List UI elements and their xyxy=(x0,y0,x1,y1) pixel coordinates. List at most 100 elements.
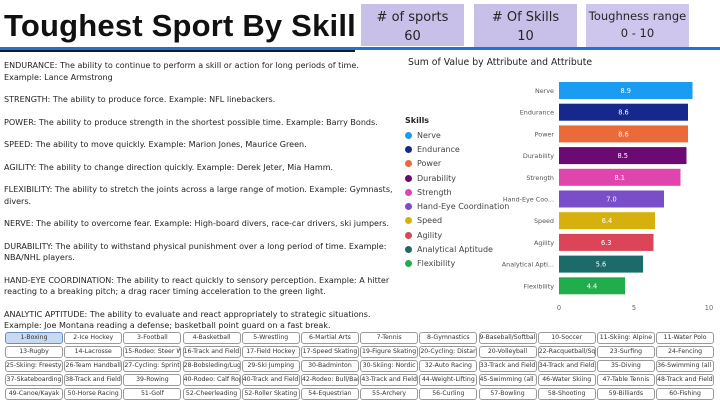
kpi-value: 10 xyxy=(517,29,534,44)
sport-button[interactable]: 19-Figure Skating xyxy=(360,346,419,358)
sport-button[interactable]: 59-Billiards xyxy=(596,388,655,400)
legend-marker xyxy=(405,131,412,139)
sport-button[interactable]: 52-Roller Skating xyxy=(241,388,300,400)
sport-button[interactable]: 51-Golf xyxy=(123,388,182,400)
sport-button[interactable]: 28-Bobsleding/Lug xyxy=(182,360,241,372)
sport-button[interactable]: 24-Fencing xyxy=(656,346,715,358)
sport-button[interactable]: 40-Track and Field: xyxy=(241,374,300,386)
sport-button[interactable]: 52-Cheerleading xyxy=(182,388,241,400)
bar-chart: Nerve 8.9 Endurance 8.6 Power 8.6 Durability 8.… xyxy=(502,82,713,312)
legend-marker xyxy=(405,203,412,211)
definition-power: POWER: The ability to produce strength i… xyxy=(4,117,378,127)
sport-button[interactable]: 35-Diving xyxy=(596,360,655,372)
legend-marker xyxy=(405,260,412,268)
sport-button[interactable]: 11-Skiing: Alpine xyxy=(596,332,655,344)
sport-button[interactable]: 50-Horse Racing xyxy=(64,388,123,400)
sport-button[interactable]: 48-Track and Field: xyxy=(656,374,715,386)
sport-button[interactable]: 17-Speed Skating xyxy=(300,346,359,358)
legend-label: Nerve xyxy=(417,130,441,140)
sport-button[interactable]: 38-Track and Field: xyxy=(64,374,123,386)
sport-button[interactable]: 30-Badminton xyxy=(300,360,359,372)
category-label: Durability xyxy=(523,152,554,160)
legend-label: Agility xyxy=(417,230,443,240)
sport-button[interactable]: 42-Rodeo: Bull/Bare xyxy=(300,374,359,386)
sport-button[interactable]: 4-Basketball xyxy=(182,332,241,344)
sport-button[interactable]: 9-Baseball/Softball xyxy=(478,332,537,344)
sport-button[interactable]: 2-Ice Hockey xyxy=(64,332,123,344)
definition-flexibility: FLEXIBILITY: The ability to stretch the … xyxy=(4,185,393,206)
sport-button[interactable]: 3-Football xyxy=(123,332,182,344)
category-label: Nerve xyxy=(535,87,554,95)
sport-button[interactable]: 25-Skiing: Freestyle xyxy=(5,360,63,372)
sport-button[interactable]: 16-Track and Field: xyxy=(182,346,241,358)
legend-label: Durability xyxy=(417,173,457,183)
sport-button[interactable]: 47-Table Tennis xyxy=(596,374,655,386)
sport-button[interactable]: 22-Racquetball/Squ xyxy=(537,346,596,358)
sport-button[interactable]: 11-Water Polo xyxy=(656,332,715,344)
sport-button[interactable]: 58-Shooting xyxy=(537,388,596,400)
legend-marker xyxy=(405,217,412,225)
x-tick-label: 10 xyxy=(705,304,713,312)
sport-button[interactable]: 32-Auto Racing xyxy=(419,360,478,372)
data-label: 8.9 xyxy=(621,87,632,95)
sport-button[interactable]: 30-Skiing: Nordic xyxy=(360,360,419,372)
sport-button[interactable]: 13-Rugby xyxy=(5,346,63,358)
sport-button[interactable]: 56-Curling xyxy=(419,388,478,400)
legend-label: Endurance xyxy=(417,144,460,154)
category-label: Hand-Eye Coo... xyxy=(503,196,554,204)
sport-button[interactable]: 7-Tennis xyxy=(360,332,419,344)
sport-button[interactable]: 36-Swimming (all st xyxy=(656,360,715,372)
sport-slicer: 1-Boxing 2-Ice Hockey 3-Football 4-Basketba… xyxy=(5,332,717,400)
sport-button[interactable]: 1-Boxing xyxy=(5,332,63,344)
sport-button[interactable]: 14-Lacrosse xyxy=(64,346,123,358)
sport-button[interactable]: 33-Track and Field xyxy=(478,360,537,372)
data-label: 4.4 xyxy=(587,282,598,290)
sport-button[interactable]: 34-Track and Field: xyxy=(537,360,596,372)
category-label: Endurance xyxy=(520,109,554,117)
kpi-label: # of sports xyxy=(376,10,449,25)
sport-button[interactable]: 57-Bowling xyxy=(478,388,537,400)
sport-button[interactable]: 23-Surfing xyxy=(596,346,655,358)
kpi-value: 60 xyxy=(404,29,421,44)
sport-button[interactable]: 44-Weight-Lifting xyxy=(419,374,478,386)
sport-button[interactable]: 46-Water Skiing xyxy=(537,374,596,386)
sport-button[interactable]: 15-Rodeo: Steer Wr xyxy=(123,346,182,358)
sport-button[interactable]: 39-Rowing xyxy=(123,374,182,386)
sport-button[interactable]: 60-Fishing xyxy=(656,388,715,400)
sport-button[interactable]: 8-Gymnastics xyxy=(419,332,478,344)
sport-button[interactable]: 5-Wrestling xyxy=(241,332,300,344)
kpi-value: 0 - 10 xyxy=(620,26,655,40)
sport-button[interactable]: 29-Ski Jumping xyxy=(241,360,300,372)
definition-nerve: NERVE: The ability to overcome fear. Exa… xyxy=(4,219,390,228)
sport-button[interactable]: 45-Swimming (all of xyxy=(478,374,537,386)
legend-label: Speed xyxy=(417,216,443,226)
sport-button[interactable]: 55-Archery xyxy=(360,388,419,400)
sport-button[interactable]: 20-Volleyball xyxy=(478,346,537,358)
sport-button[interactable]: 17-Field Hockey xyxy=(241,346,300,358)
legend-marker xyxy=(405,145,412,153)
legend-marker xyxy=(405,160,412,168)
data-label: 8.5 xyxy=(618,152,629,160)
sport-button[interactable]: 54-Equestrian xyxy=(300,388,359,400)
chart-title: Sum of Value by Attribute and Attribute xyxy=(408,57,593,68)
sport-button[interactable]: 6-Martial Arts xyxy=(300,332,359,344)
sport-button[interactable]: 49-Canoe/Kayak xyxy=(5,388,63,400)
kpi-card-skills: # Of Skills 10 xyxy=(474,4,577,48)
sport-button[interactable]: 20-Cycling: Distanc xyxy=(419,346,478,358)
x-tick-label: 0 xyxy=(557,304,561,312)
definition-agility: AGILITY: The ability to change direction… xyxy=(4,162,334,172)
data-label: 6.3 xyxy=(601,239,612,247)
legend-marker xyxy=(405,231,412,239)
sport-button[interactable]: 27-Cycling: Sprints xyxy=(123,360,182,372)
definition-strength: STRENGTH: The ability to produce force. … xyxy=(4,95,276,104)
legend-marker xyxy=(405,246,412,254)
sport-button[interactable]: 10-Soccer xyxy=(537,332,596,344)
skill-definitions: ENDURANCE: The ability to continue to pe… xyxy=(4,60,394,343)
sport-button[interactable]: 26-Team Handball xyxy=(64,360,123,372)
category-label: Speed xyxy=(534,217,554,225)
sport-button[interactable]: 43-Track and Field xyxy=(360,374,419,386)
sport-button[interactable]: 37-Skateboarding xyxy=(5,374,63,386)
data-label: 6.4 xyxy=(602,217,613,225)
data-label: 5.6 xyxy=(596,261,607,269)
sport-button[interactable]: 40-Rodeo: Calf Rop xyxy=(182,374,241,386)
